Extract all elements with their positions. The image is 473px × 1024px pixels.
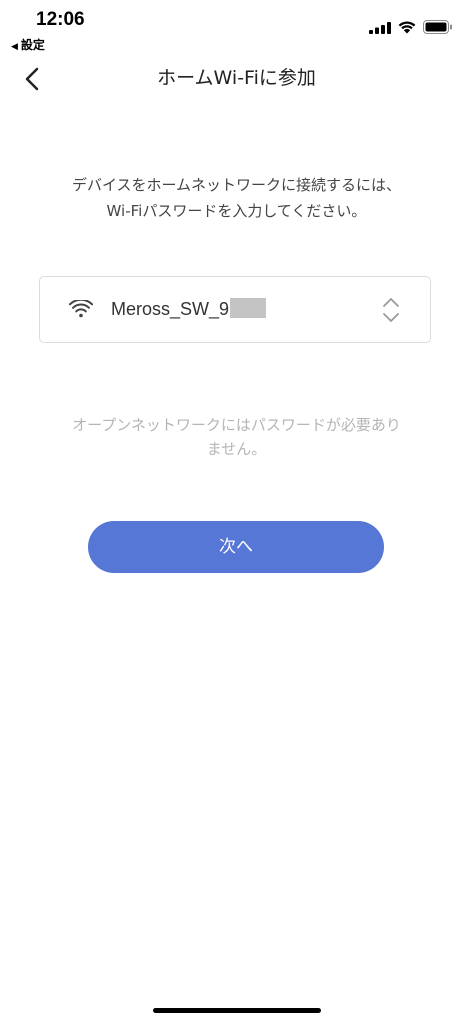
redacted-block xyxy=(230,298,267,318)
instruction-line-1: デバイスをホームネットワークに接続するには、 xyxy=(71,176,402,194)
note-line-1: オープンネットワークにはパスワードが必要あり xyxy=(72,416,401,434)
back-triangle-icon: ◀ xyxy=(11,42,18,52)
network-ssid-text: Meross_SW_9 xyxy=(111,299,230,319)
chevron-up-down-icon xyxy=(383,298,399,322)
cellular-signal-icon xyxy=(369,22,391,34)
instruction-line-2: Wi-Fiパスワードを入力してください。 xyxy=(106,202,367,220)
open-network-note: オープンネットワークにはパスワードが必要あり ません。 xyxy=(30,413,443,461)
network-selector[interactable]: Meross_SW_9 xyxy=(39,276,431,343)
instruction-text: デバイスをホームネットワークに接続するには、 Wi-Fiパスワードを入力してくだ… xyxy=(20,172,453,224)
home-indicator[interactable] xyxy=(153,1008,321,1013)
wifi-status-icon xyxy=(398,21,416,34)
wifi-icon xyxy=(69,300,93,318)
back-to-settings-label: 設定 xyxy=(20,38,45,52)
battery-icon xyxy=(423,20,452,34)
back-to-settings-link[interactable]: ◀ 設定 xyxy=(11,36,45,53)
note-line-2: ません。 xyxy=(206,440,267,458)
status-time: 12:06 xyxy=(36,9,85,30)
page-title: ホームWi-Fiに参加 xyxy=(157,67,316,89)
next-button[interactable]: 次へ xyxy=(88,521,384,573)
network-ssid: Meross_SW_9 xyxy=(111,298,267,320)
status-bar: 12:06 ◀ 設定 xyxy=(0,0,473,56)
